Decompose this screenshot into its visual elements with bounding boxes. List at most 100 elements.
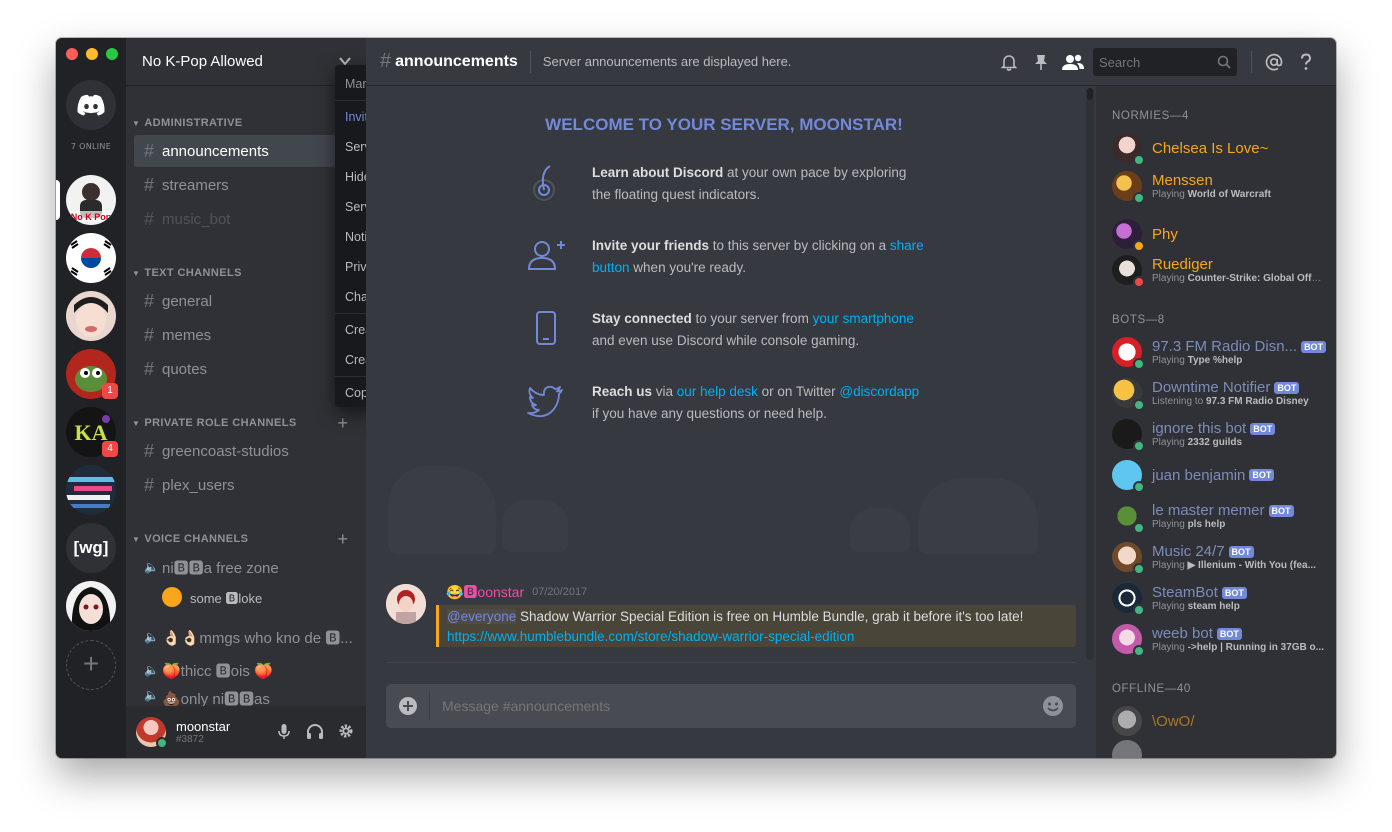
member-item[interactable]: Ruediger Playing Counter-Strike: Global O…	[1112, 251, 1328, 289]
member-item[interactable]: Chelsea Is Love~	[1112, 129, 1328, 167]
message-input[interactable]	[430, 698, 1030, 714]
create-voice-channel-icon[interactable]: +	[337, 530, 348, 548]
search-input[interactable]: Search	[1093, 48, 1237, 76]
member-name: weeb bot BOT	[1152, 625, 1324, 642]
tip-body: to this server by clicking on a	[709, 238, 890, 253]
upload-button[interactable]	[386, 692, 430, 720]
server-icon-face[interactable]	[66, 291, 116, 341]
add-server-button[interactable]: +	[66, 640, 116, 690]
user-avatar[interactable]	[136, 717, 168, 749]
server-icon-wg[interactable]: [wg]	[66, 523, 116, 573]
channel-general[interactable]: # general	[134, 285, 358, 317]
channel-streamers[interactable]: # streamers	[134, 169, 358, 201]
voice-channel-mmgs[interactable]: 🔈 👌🏻👌🏻mmgs who kno de 🅱...	[134, 621, 358, 653]
gear-icon[interactable]	[338, 723, 354, 739]
member-item[interactable]: le master memer BOT Playing pls help	[1112, 497, 1328, 535]
tip-heading: Invite your friends	[592, 238, 710, 253]
member-activity: Playing ▶ Illenium - With You (fea...	[1152, 560, 1316, 571]
discord-logo-icon	[77, 94, 105, 116]
tip-heading: Learn about Discord	[592, 165, 724, 180]
member-name: le master memer BOT	[1152, 502, 1294, 519]
message-author[interactable]: 😂🅱oonstar	[446, 582, 524, 602]
member-item[interactable]: ignore this bot BOT Playing 2332 guilds	[1112, 415, 1328, 453]
minimize-window-button[interactable]	[86, 48, 98, 60]
category-administrative[interactable]: ▼ ADMINISTRATIVE	[132, 117, 243, 129]
toolbar-divider	[1251, 51, 1252, 73]
member-name: juan benjamin BOT	[1152, 467, 1275, 484]
activity-name: Counter-Strike: Global Offe...	[1187, 273, 1324, 284]
message-avatar[interactable]	[386, 584, 426, 624]
notification-bell-button[interactable]	[993, 53, 1025, 71]
member-item[interactable]: Music 24/7 BOT Playing ▶ Illenium - With Y…	[1112, 538, 1328, 576]
help-button[interactable]	[1290, 53, 1322, 71]
member-list-toggle[interactable]	[1057, 53, 1089, 71]
smiley-icon	[1043, 696, 1063, 716]
scrollbar-thumb[interactable]	[1087, 88, 1093, 100]
server-rail: 7 ONLINE No K Pop 1 KA 4 [wg] +	[56, 38, 126, 758]
channel-music-bot[interactable]: # music_bot	[134, 203, 358, 235]
channel-announcements[interactable]: # announcements	[134, 135, 358, 167]
emoji-button[interactable]	[1030, 695, 1076, 717]
member-item[interactable]: SteamBot BOT Playing steam help	[1112, 579, 1328, 617]
microphone-icon[interactable]	[276, 723, 292, 741]
member-item[interactable]: juan benjamin BOT	[1112, 456, 1328, 494]
tip-connected: Stay connected to your server from your …	[526, 308, 926, 352]
channel-title: announcements	[395, 52, 518, 70]
member-item[interactable]: Downtime Notifier BOT Listening to 97.3 FM…	[1112, 374, 1328, 412]
member-item[interactable]	[1112, 740, 1328, 758]
member-avatar	[1112, 542, 1145, 575]
category-collapse-icon: ▼	[132, 268, 141, 278]
tip-body: to your server from	[691, 311, 813, 326]
member-name-text: Downtime Notifier	[1152, 379, 1271, 396]
category-voice-channels[interactable]: ▼ VOICE CHANNELS	[132, 533, 248, 545]
headphones-icon[interactable]	[306, 723, 324, 741]
header-divider	[529, 50, 531, 73]
channel-plex-users[interactable]: # plex_users	[134, 469, 358, 501]
category-label: VOICE CHANNELS	[144, 533, 249, 545]
message-divider	[386, 662, 1076, 663]
zoom-window-button[interactable]	[106, 48, 118, 60]
help-desk-link[interactable]: our help desk	[677, 384, 758, 399]
channel-memes[interactable]: # memes	[134, 319, 358, 351]
user-panel: moonstar #3872	[126, 706, 366, 758]
category-private-role-channels[interactable]: ▼ PRIVATE ROLE CHANNELS	[132, 417, 297, 429]
channel-quotes[interactable]: # quotes	[134, 353, 358, 385]
pinned-messages-button[interactable]	[1025, 53, 1057, 71]
locked-speaker-icon: 🔈	[144, 560, 159, 574]
mentions-button[interactable]	[1258, 53, 1290, 71]
server-icon-korea-flag[interactable]	[66, 233, 116, 283]
member-name: Downtime Notifier BOT	[1152, 379, 1309, 396]
voice-channel-thicc[interactable]: 🔈 🍑thicc 🅱ois 🍑	[134, 654, 358, 686]
server-icon-anime[interactable]	[66, 581, 116, 631]
voice-channel-only[interactable]: 🔈 💩only ni🅱🅱as	[134, 688, 358, 706]
voice-user[interactable]: some 🅱loke	[162, 587, 262, 607]
twitter-handle-link[interactable]: @discordapp	[839, 384, 919, 399]
chat-scrollbar[interactable]	[1086, 88, 1094, 660]
server-icon-stripes[interactable]	[66, 465, 116, 515]
smartphone-icon	[536, 311, 556, 345]
bot-tag: BOT	[1249, 469, 1275, 481]
channel-label: 💩only ni🅱🅱as	[162, 691, 270, 706]
close-window-button[interactable]	[66, 48, 78, 60]
server-icon-nokpop[interactable]: No K Pop	[66, 175, 116, 225]
server-header[interactable]: No K-Pop Allowed	[126, 38, 366, 86]
category-text-channels[interactable]: ▼ TEXT CHANNELS	[132, 267, 242, 279]
activity-prefix: Playing	[1152, 273, 1188, 284]
everyone-mention[interactable]: @everyone	[447, 609, 517, 624]
member-item[interactable]: Menssen Playing World of Warcraft	[1112, 167, 1328, 205]
create-channel-icon[interactable]: +	[337, 414, 348, 432]
message-body: @everyone Shadow Warrior Special Edition…	[436, 605, 1076, 647]
channel-greencoast-studios[interactable]: # greencoast-studios	[134, 435, 358, 467]
search-placeholder: Search	[1099, 54, 1141, 70]
member-activity: Playing pls help	[1152, 519, 1294, 530]
home-button[interactable]	[66, 80, 116, 130]
member-item[interactable]: 97.3 FM Radio Disn... BOT Playing Type %he…	[1112, 333, 1328, 371]
member-item[interactable]: Phy	[1112, 215, 1328, 253]
smartphone-link[interactable]: your smartphone	[813, 311, 914, 326]
message-composer	[386, 684, 1076, 728]
member-item[interactable]: \OwO/	[1112, 702, 1328, 740]
member-item[interactable]: weeb bot BOT Playing ->help | Running in 3…	[1112, 620, 1328, 658]
bot-tag: BOT	[1250, 422, 1276, 435]
message-link[interactable]: https://www.humblebundle.com/store/shado…	[447, 629, 854, 644]
voice-channel-free-zone[interactable]: 🔈 ni🅱🅱a free zone	[134, 551, 358, 583]
